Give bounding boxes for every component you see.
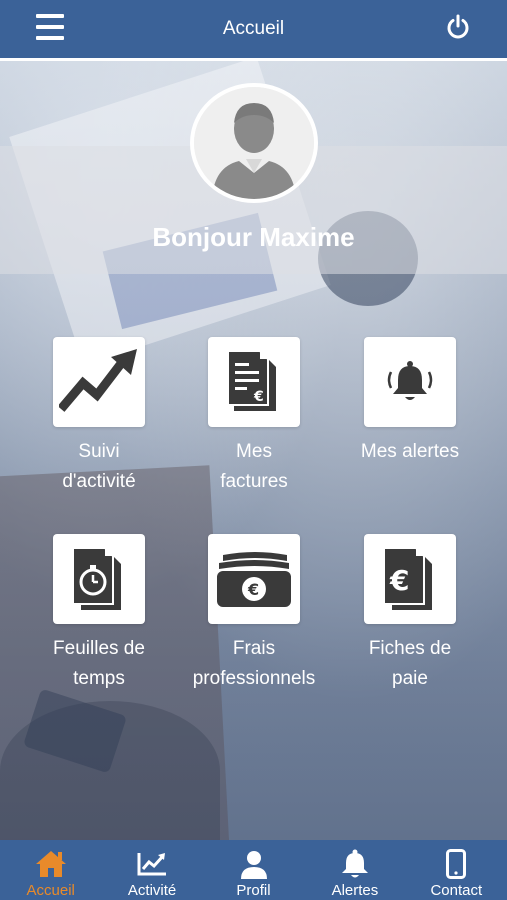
tile-fiches-de-paie[interactable]: € Fiches de paie (335, 534, 485, 704)
nav-item-profil[interactable]: Profil (203, 840, 304, 900)
tile-mes-factures[interactable]: € Mes factures (179, 337, 329, 507)
tile-label: Frais professionnels (192, 638, 316, 689)
person-icon (237, 848, 271, 880)
payslip-euro-icon: € (383, 547, 432, 610)
tile-feuilles-de-temps[interactable]: Feuilles de temps (24, 534, 174, 704)
home-icon (34, 848, 68, 880)
tile-icon-box: € (364, 534, 456, 624)
tile-suivi-activite[interactable]: Suivi d'activité (24, 337, 174, 507)
tile-icon-box (364, 337, 456, 427)
power-icon[interactable] (445, 14, 471, 40)
hamburger-menu-icon[interactable] (36, 14, 64, 40)
bell-ringing-icon (387, 361, 433, 400)
tile-label: Suivi d'activité (62, 441, 136, 492)
tile-icon-box (53, 337, 145, 427)
tile-mes-alertes[interactable]: Mes alertes (335, 337, 485, 507)
tile-label: Mes alertes (360, 441, 460, 462)
tile-frais-professionnels[interactable]: € Frais professionnels (179, 534, 329, 704)
smartphone-icon (439, 848, 473, 880)
bottom-nav: Accueil Activité Profil Alertes Contact (0, 840, 507, 900)
tile-label: Feuilles de temps (53, 638, 145, 689)
tile-icon-box: € (208, 337, 300, 427)
bell-icon (338, 848, 372, 880)
nav-item-accueil[interactable]: Accueil (0, 840, 101, 900)
nav-item-contact[interactable]: Contact (406, 840, 507, 900)
euro-banknotes-icon: € (217, 552, 291, 607)
top-app-bar: Accueil (0, 0, 507, 58)
tile-icon-box (53, 534, 145, 624)
svg-text:€: € (247, 580, 259, 599)
greeting-text: Bonjour Maxime (152, 222, 355, 252)
svg-text:€: € (253, 389, 264, 405)
tile-label: Mes factures (220, 441, 288, 492)
nav-item-alertes[interactable]: Alertes (304, 840, 405, 900)
chart-icon (135, 848, 169, 880)
tile-icon-box: € (208, 534, 300, 624)
tile-label: Fiches de paie (368, 638, 452, 689)
invoice-euro-icon: € (227, 350, 276, 411)
svg-text:€: € (389, 564, 409, 597)
trending-up-icon (59, 349, 137, 412)
nav-item-activite[interactable]: Activité (101, 840, 202, 900)
header-divider (0, 58, 507, 61)
user-avatar-icon[interactable] (190, 83, 318, 203)
page-title: Accueil (222, 18, 285, 39)
timesheet-stopwatch-icon (72, 547, 121, 610)
